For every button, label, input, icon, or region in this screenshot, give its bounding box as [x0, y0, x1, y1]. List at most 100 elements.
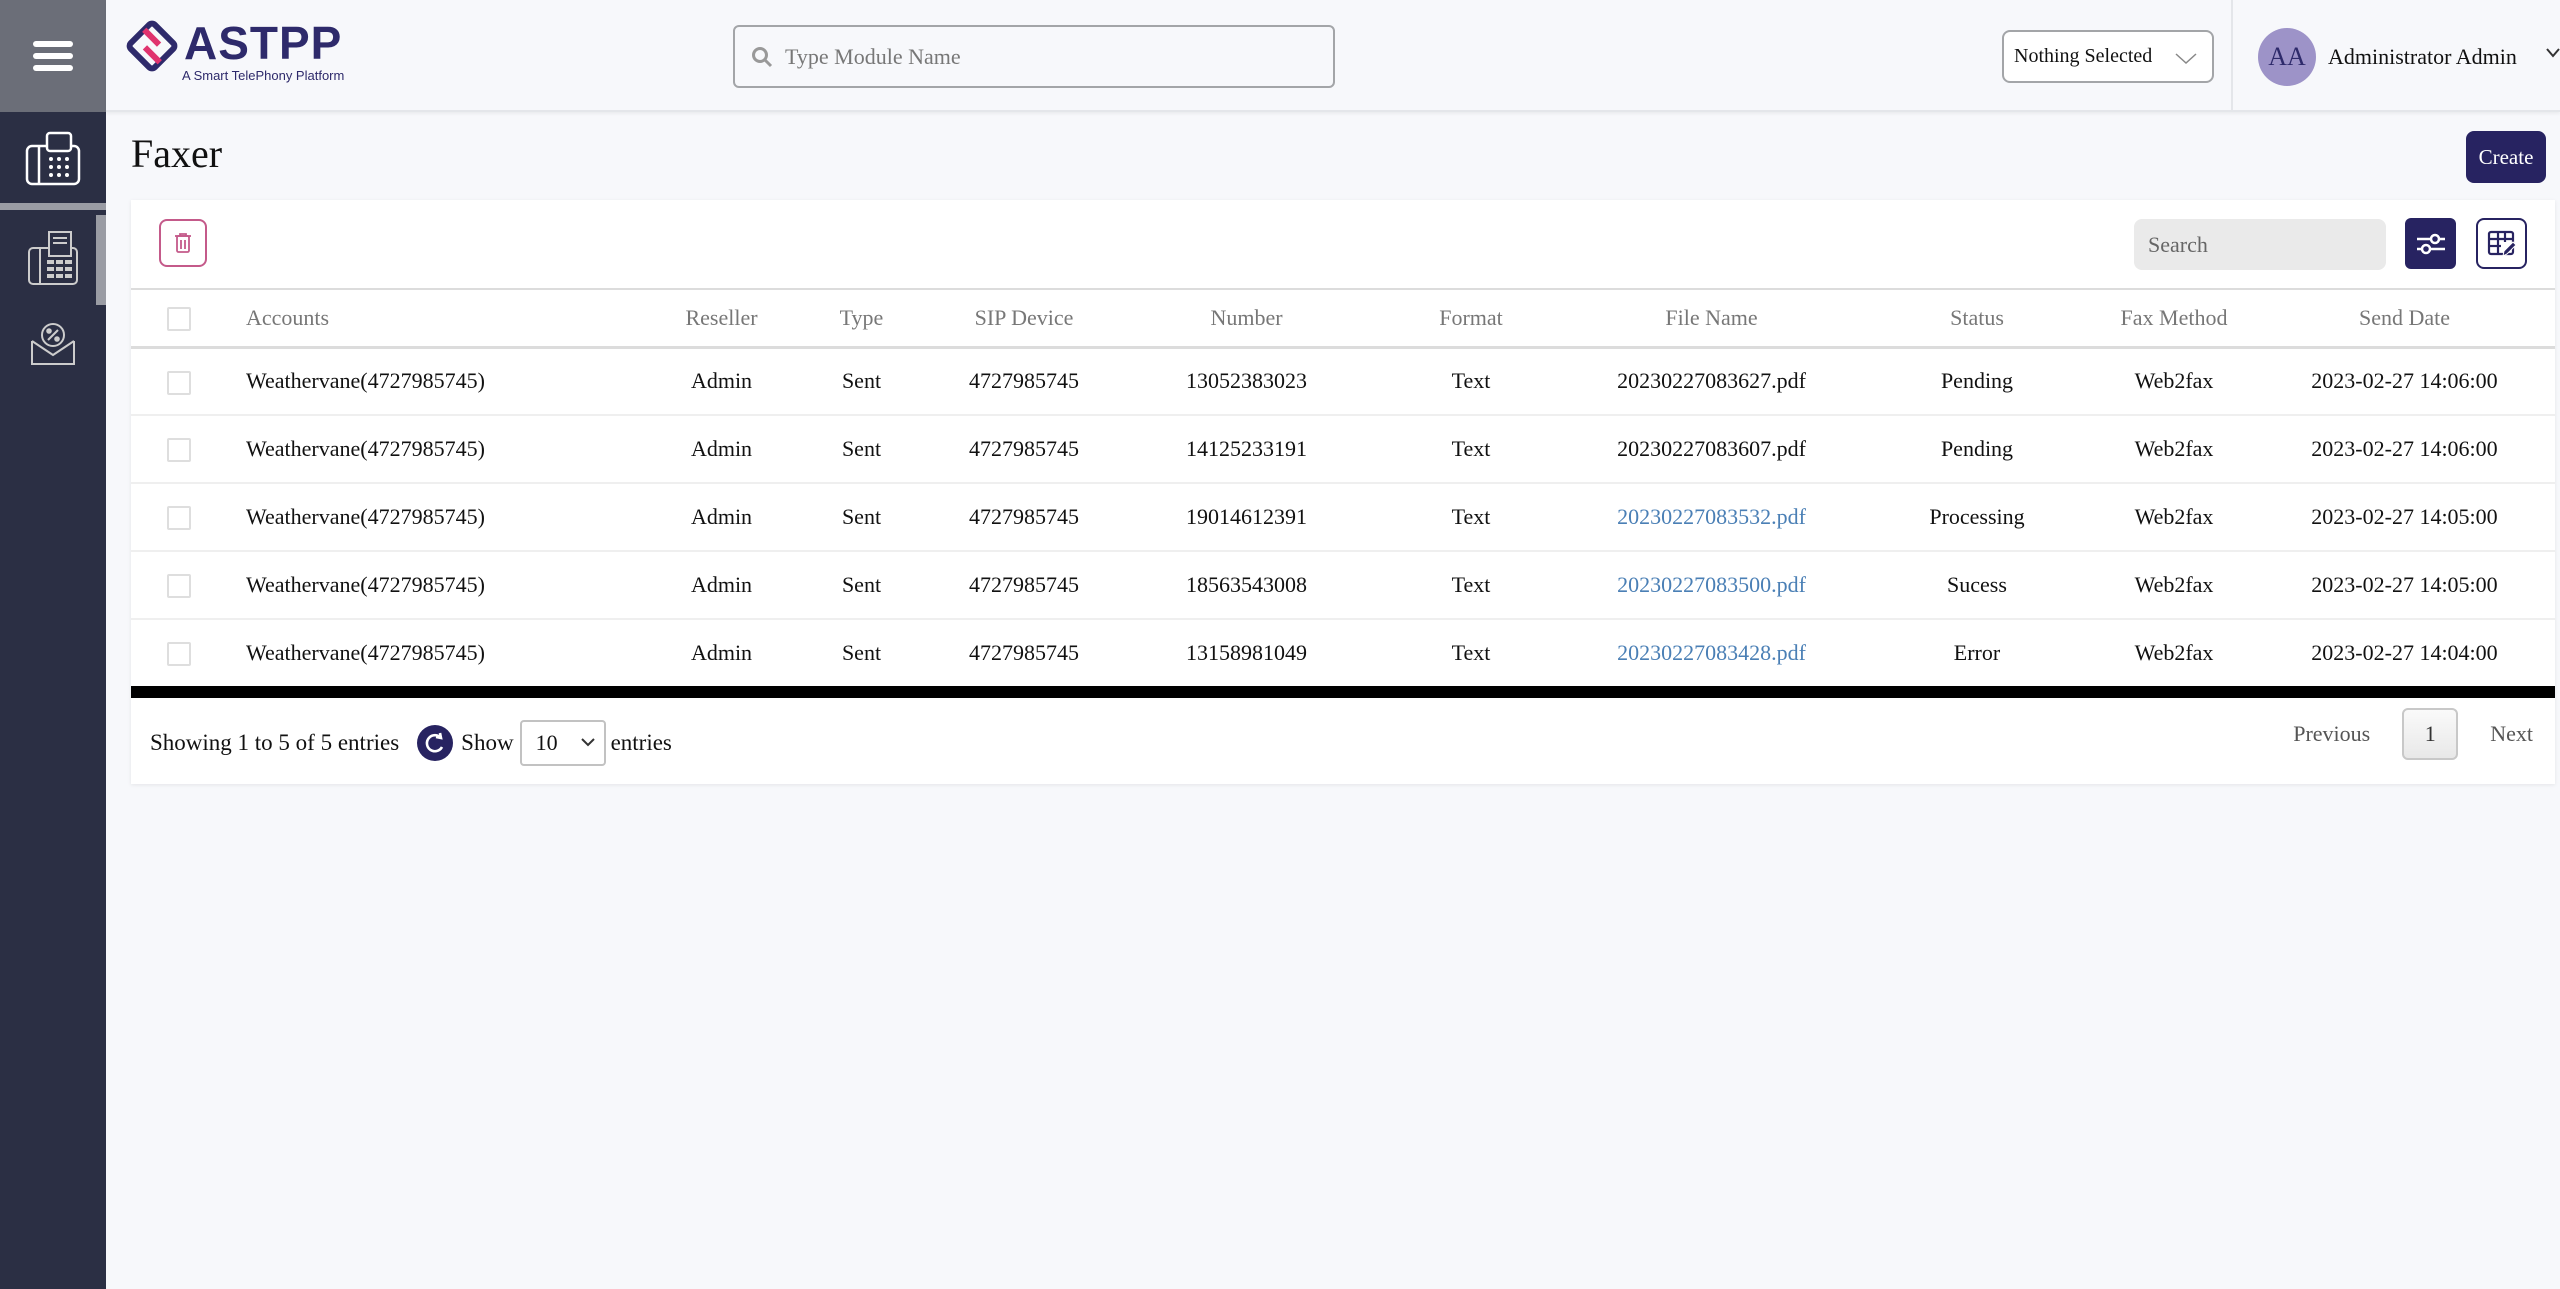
cell-format: Text: [1451, 572, 1491, 597]
row-checkbox[interactable]: [167, 574, 191, 599]
cell-send-date: 2023-02-27 14:05:00: [2311, 572, 2498, 597]
horizontal-scrollbar[interactable]: [131, 686, 2555, 698]
cell-type: Sent: [841, 640, 882, 665]
cell-file-name: 20230227083500.pdf: [1563, 551, 1860, 619]
module-search-input[interactable]: [785, 43, 1305, 70]
file-download-link[interactable]: 20230227083500.pdf: [1617, 572, 1806, 597]
column-header-fax-method[interactable]: Fax Method: [2094, 289, 2254, 347]
cell-number: 18563543008: [1186, 572, 1307, 597]
cell-fax-method: Web2fax: [2134, 436, 2214, 461]
table-row[interactable]: Weathervane(4727985745) Admin Sent 47279857…: [131, 551, 2555, 619]
cell-send-date: 2023-02-27 14:05:00: [2311, 504, 2498, 529]
refresh-button[interactable]: [417, 725, 454, 761]
cell-file-name: 20230227083627.pdf: [1617, 368, 1806, 394]
select-all-checkbox[interactable]: [167, 307, 191, 332]
cell-status: Processing: [1929, 504, 2025, 529]
column-header-reseller[interactable]: Reseller: [654, 289, 789, 347]
table-row[interactable]: Weathervane(4727985745) Admin Sent 47279857…: [131, 483, 2555, 551]
column-header-format[interactable]: Format: [1379, 289, 1563, 347]
cell-number: 19014612391: [1186, 504, 1307, 529]
table-search-input[interactable]: [2134, 219, 2386, 270]
brand-tagline: A Smart TelePhony Platform: [182, 68, 345, 83]
cell-account: Weathervane(4727985745): [246, 572, 485, 597]
hamburger-icon: [33, 35, 73, 77]
cell-type: Sent: [841, 572, 882, 597]
column-header-sip-device[interactable]: SIP Device: [934, 289, 1114, 347]
row-select-cell: [131, 347, 246, 415]
header-divider: [2231, 0, 2233, 112]
page-length-select[interactable]: 10: [519, 720, 606, 766]
cell-number: 13052383023: [1186, 368, 1307, 394]
cell-reseller: Admin: [690, 368, 753, 394]
select-all-cell: [131, 289, 246, 347]
cell-reseller: Admin: [690, 436, 753, 461]
search-icon: [752, 46, 773, 67]
cell-account: Weathervane(4727985745): [246, 504, 485, 529]
cell-format: Text: [1451, 640, 1491, 665]
column-header-type[interactable]: Type: [789, 289, 934, 347]
avatar: AA: [2258, 28, 2316, 86]
previous-page-button[interactable]: Previous: [2293, 721, 2370, 747]
faxer-table: Accounts Reseller Type SIP Device Number…: [131, 288, 2555, 688]
cell-type: Sent: [841, 368, 882, 394]
table-footer: Showing 1 to 5 of 5 entries Show 10 entr…: [150, 720, 672, 766]
sliders-icon: [2416, 233, 2445, 254]
row-checkbox[interactable]: [167, 370, 191, 395]
table-row[interactable]: Weathervane(4727985745) Admin Sent 47279857…: [131, 415, 2555, 483]
cell-send-date: 2023-02-27 14:06:00: [2311, 436, 2498, 461]
cell-format: Text: [1451, 504, 1491, 529]
menu-toggle-button[interactable]: [0, 0, 106, 112]
cell-account: Weathervane(4727985745): [246, 368, 485, 394]
cell-send-date: 2023-02-27 14:06:00: [2311, 368, 2498, 394]
delete-button[interactable]: [159, 219, 207, 267]
sidebar-item-fax-email[interactable]: [0, 312, 106, 376]
row-checkbox[interactable]: [167, 438, 191, 463]
row-checkbox[interactable]: [167, 642, 191, 667]
cell-type: Sent: [841, 504, 882, 529]
cell-type: Sent: [841, 436, 882, 461]
page-button-current[interactable]: 1: [2402, 708, 2459, 760]
chevron-down-icon[interactable]: [2546, 46, 2560, 60]
cell-number: 14125233191: [1186, 436, 1307, 461]
table-row[interactable]: Weathervane(4727985745) Admin Sent 47279857…: [131, 347, 2555, 415]
cell-fax-method: Web2fax: [2134, 504, 2214, 529]
sidebar: [0, 0, 106, 1289]
cell-sip-device: 4727985745: [969, 368, 1079, 394]
fax-document-icon: [28, 231, 78, 285]
create-button[interactable]: Create: [2466, 131, 2546, 183]
table-row[interactable]: Weathervane(4727985745) Admin Sent 47279857…: [131, 619, 2555, 687]
sidebar-item-fax-documents[interactable]: [0, 222, 106, 294]
row-checkbox[interactable]: [167, 506, 191, 531]
cell-status: Sucess: [1947, 572, 2007, 597]
row-select-cell: [131, 483, 246, 551]
cell-sip-device: 4727985745: [969, 572, 1079, 597]
column-settings-button[interactable]: [2476, 218, 2527, 269]
cell-sip-device: 4727985745: [969, 436, 1079, 461]
module-search-field[interactable]: [733, 25, 1335, 88]
astpp-logo[interactable]: ASTPP A Smart TelePhony Platform: [126, 20, 344, 83]
column-header-number[interactable]: Number: [1114, 289, 1379, 347]
cell-account: Weathervane(4727985745): [246, 640, 485, 665]
filter-button[interactable]: [2405, 218, 2456, 269]
page-title: Faxer: [131, 131, 223, 176]
column-header-file-name[interactable]: File Name: [1563, 289, 1860, 347]
cell-reseller: Admin: [690, 504, 753, 529]
sidebar-item-faxer[interactable]: [0, 118, 106, 200]
table-header-row: Accounts Reseller Type SIP Device Number…: [131, 289, 2555, 347]
cell-fax-method: Web2fax: [2134, 368, 2214, 394]
file-download-link[interactable]: 20230227083532.pdf: [1617, 504, 1806, 529]
cell-file-name: 20230227083428.pdf: [1563, 619, 1860, 687]
column-header-status[interactable]: Status: [1860, 289, 2094, 347]
pagination: Previous 1 Next: [2293, 708, 2533, 760]
user-menu[interactable]: AA Administrator Admin: [2258, 28, 2517, 86]
row-select-cell: [131, 551, 246, 619]
account-select-dropdown[interactable]: Nothing Selected: [2002, 30, 2214, 83]
column-header-accounts[interactable]: Accounts: [246, 289, 654, 347]
page-length-value: 10: [535, 730, 558, 755]
chevron-down-icon: [580, 738, 595, 747]
column-header-send-date[interactable]: Send Date: [2254, 289, 2555, 347]
file-download-link[interactable]: 20230227083428.pdf: [1617, 640, 1806, 665]
entries-info: Showing 1 to 5 of 5 entries: [150, 730, 400, 755]
user-name: Administrator Admin: [2328, 44, 2517, 69]
next-page-button[interactable]: Next: [2490, 721, 2533, 747]
